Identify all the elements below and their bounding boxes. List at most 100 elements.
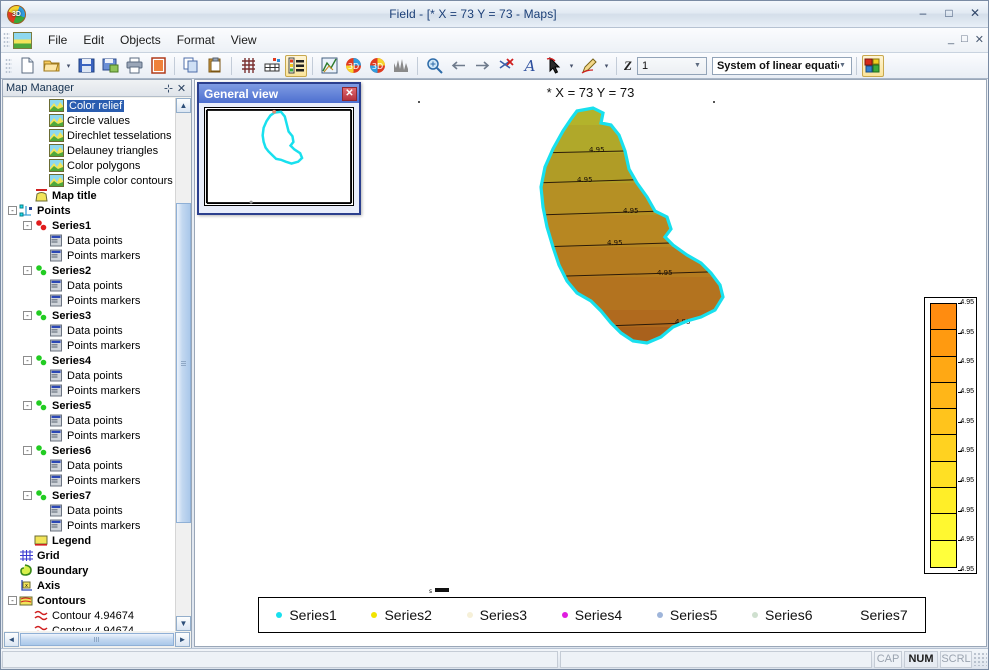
tree-expander-icon[interactable]: - <box>23 221 32 230</box>
minimize-button[interactable]: – <box>914 5 932 21</box>
tree-item-data-points[interactable]: Data points <box>4 368 175 383</box>
general-view-canvas[interactable] <box>204 107 354 206</box>
new-icon[interactable] <box>16 55 38 77</box>
histogram-icon[interactable] <box>390 55 412 77</box>
tree-item-data-points[interactable]: Data points <box>4 233 175 248</box>
table-icon[interactable] <box>261 55 283 77</box>
legend-item[interactable]: Series7 <box>830 607 925 623</box>
mdi-minimize-button[interactable]: _ <box>948 33 954 46</box>
tree-item-points-markers[interactable]: Points markers <box>4 248 175 263</box>
legend-item[interactable]: Series5 <box>640 607 735 623</box>
general-view-titlebar[interactable]: General view ✕ <box>199 84 359 103</box>
tree-item-contour-4-94674[interactable]: Contour 4.94674 <box>4 608 175 623</box>
paste-icon[interactable] <box>204 55 226 77</box>
menu-item-view[interactable]: View <box>223 30 265 50</box>
tree-item-series1[interactable]: - Series1 <box>4 218 175 233</box>
equation-method-combo[interactable]: System of linear equation ▼ <box>711 56 852 75</box>
chevron-down-icon[interactable]: ▼ <box>836 58 849 74</box>
zoom-icon[interactable] <box>423 55 445 77</box>
series-legend[interactable]: Series1 Series2 Series3 Series4 Series5 … <box>258 597 926 633</box>
tree-item-data-points[interactable]: Data points <box>4 413 175 428</box>
tree-item-points-markers[interactable]: Points markers <box>4 473 175 488</box>
page-setup-icon[interactable] <box>147 55 169 77</box>
tree-horizontal-scrollbar[interactable]: ◄ ► <box>4 632 190 647</box>
pencil-icon[interactable] <box>578 55 600 77</box>
tree-item-contour-4-94674[interactable]: Contour 4.94674 <box>4 623 175 631</box>
forward-icon[interactable] <box>471 55 493 77</box>
legend-item[interactable]: Series1 <box>259 607 354 623</box>
save-icon[interactable] <box>75 55 97 77</box>
print-icon[interactable] <box>123 55 145 77</box>
tree-expander-icon[interactable]: - <box>23 446 32 455</box>
color-relief-map[interactable]: 4.954.954.954.954.954.95 <box>515 105 775 385</box>
open-icon[interactable] <box>40 55 62 77</box>
tree-item-series7[interactable]: - Series7 <box>4 488 175 503</box>
tree-item-points-markers[interactable]: Points markers <box>4 428 175 443</box>
close-button[interactable]: ✕ <box>966 5 984 21</box>
tree-item-series3[interactable]: - Series3 <box>4 308 175 323</box>
legend-item[interactable]: Series3 <box>449 607 544 623</box>
tree-expander-icon[interactable]: - <box>23 311 32 320</box>
tree-item-axis[interactable]: x Axis <box>4 578 175 593</box>
pin-icon[interactable]: ⊹ <box>162 82 175 95</box>
3d-view-icon[interactable]: 3D <box>342 55 364 77</box>
delete-icon[interactable] <box>495 55 517 77</box>
tree-item-color-polygons[interactable]: Color polygons <box>4 158 175 173</box>
tree-item-contours[interactable]: - Contours <box>4 593 175 608</box>
pointer-icon[interactable] <box>543 55 565 77</box>
tree-item-points-markers[interactable]: Points markers <box>4 293 175 308</box>
general-view-close-button[interactable]: ✕ <box>342 86 357 101</box>
tree-item-series2[interactable]: - Series2 <box>4 263 175 278</box>
tree-item-data-points[interactable]: Data points <box>4 278 175 293</box>
grid-icon[interactable] <box>237 55 259 77</box>
legend-item[interactable]: Series4 <box>544 607 639 623</box>
tree-item-series6[interactable]: - Series6 <box>4 443 175 458</box>
tree-item-simple-color-contours[interactable]: Simple color contours <box>4 173 175 188</box>
horizontal-scroll-thumb[interactable] <box>20 633 174 646</box>
toolbar-grip[interactable] <box>5 57 12 74</box>
menu-item-format[interactable]: Format <box>169 30 223 50</box>
map-manager-tree[interactable]: Color relief Circle values Direchlet tesse… <box>4 98 175 631</box>
menu-item-objects[interactable]: Objects <box>112 30 169 50</box>
mdi-close-button[interactable]: ✕ <box>975 33 984 46</box>
tree-expander-icon[interactable]: - <box>23 401 32 410</box>
tree-item-color-relief[interactable]: Color relief <box>4 98 175 113</box>
panel-close-icon[interactable]: ✕ <box>175 82 188 95</box>
tree-expander-icon[interactable]: - <box>23 356 32 365</box>
copy-icon[interactable] <box>180 55 202 77</box>
tree-item-points-markers[interactable]: Points markers <box>4 338 175 353</box>
pointer-dropdown-arrow-icon[interactable]: ▾ <box>566 55 577 77</box>
general-view-window[interactable]: General view ✕ <box>197 82 361 215</box>
tree-expander-icon[interactable]: - <box>8 206 17 215</box>
layers-icon[interactable] <box>861 54 884 77</box>
scroll-up-arrow-icon[interactable]: ▲ <box>176 98 191 113</box>
tree-item-points[interactable]: - Points <box>4 203 175 218</box>
back-icon[interactable] <box>447 55 469 77</box>
save-as-icon[interactable] <box>99 55 121 77</box>
tree-item-delauney-triangles[interactable]: Delauney triangles <box>4 143 175 158</box>
tree-expander-icon[interactable]: - <box>8 596 17 605</box>
open-dropdown-arrow-icon[interactable]: ▾ <box>63 55 74 77</box>
scroll-left-arrow-icon[interactable]: ◄ <box>4 632 19 647</box>
tree-item-data-points[interactable]: Data points <box>4 458 175 473</box>
menu-item-file[interactable]: File <box>40 30 75 50</box>
legend-item[interactable]: Series2 <box>354 607 449 623</box>
tree-item-direchlet-tesselations[interactable]: Direchlet tesselations <box>4 128 175 143</box>
tree-item-series5[interactable]: - Series5 <box>4 398 175 413</box>
menu-grip[interactable] <box>3 32 10 48</box>
tree-expander-icon[interactable]: - <box>23 266 32 275</box>
tree-item-points-markers[interactable]: Points markers <box>4 518 175 533</box>
legend-icon[interactable] <box>285 54 307 77</box>
menu-item-edit[interactable]: Edit <box>75 30 112 50</box>
tree-item-boundary[interactable]: Boundary <box>4 563 175 578</box>
maximize-button[interactable]: □ <box>940 5 958 21</box>
z-level-combo[interactable]: 1 ▼ <box>636 56 707 75</box>
tree-item-data-points[interactable]: Data points <box>4 323 175 338</box>
tree-item-series4[interactable]: - Series4 <box>4 353 175 368</box>
tree-item-circle-values[interactable]: Circle values <box>4 113 175 128</box>
tree-expander-icon[interactable]: - <box>23 491 32 500</box>
chevron-down-icon[interactable]: ▼ <box>691 58 704 74</box>
resize-grip-icon[interactable] <box>973 652 987 666</box>
chart-icon[interactable] <box>318 55 340 77</box>
tree-item-map-title[interactable]: Map title <box>4 188 175 203</box>
